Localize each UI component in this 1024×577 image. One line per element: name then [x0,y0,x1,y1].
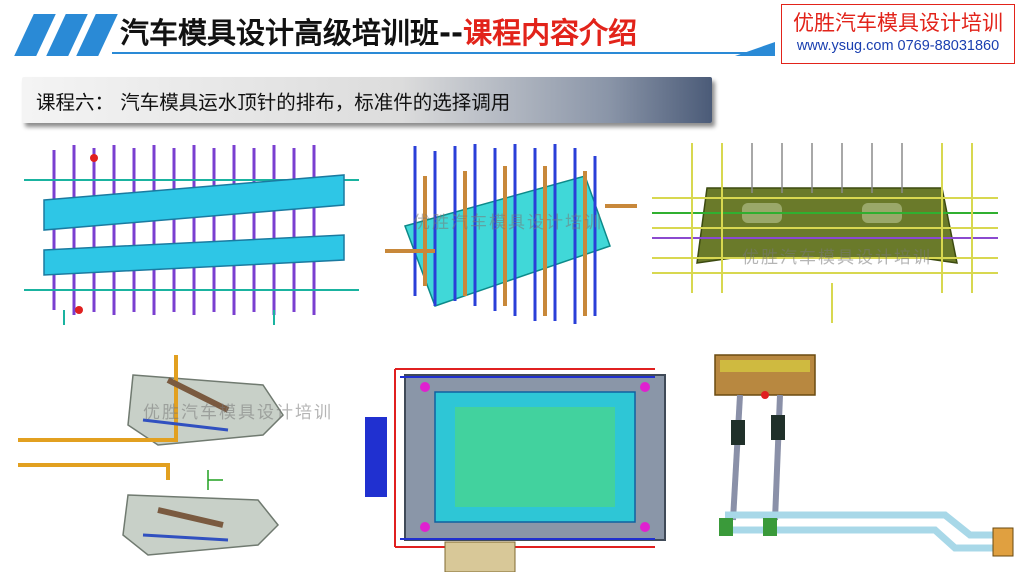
lifter-parts-illustration [18,355,284,556]
mold-base-illustration [365,368,666,572]
image-ejector-layout: 优胜汽车模具设计培训 [375,136,640,336]
image-bumper-lifters: 优胜汽车模具设计培训 [652,143,998,323]
slide: 汽车模具设计高级培训班--课程内容介绍 优胜汽车模具设计培训 www.ysug.… [0,0,1024,577]
image-slider-assembly [705,350,1017,570]
lesson-bar: 课程六： 汽车模具运水顶针的排布，标准件的选择调用 [22,77,712,123]
brand-box: 优胜汽车模具设计培训 www.ysug.com 0769-88031860 [781,4,1015,64]
watermark: 优胜汽车模具设计培训 [742,248,932,268]
ejector-layout-illustration [385,144,637,324]
watermark: 优胜汽车模具设计培训 [143,403,333,423]
image-lifter-parts: 优胜汽车模具设计培训 [8,350,338,565]
bumper-lifters-illustration [652,143,998,323]
brand-name: 优胜汽车模具设计培训 [793,11,1003,35]
title-underline [112,52,762,54]
lesson-title: 课程六： 汽车模具运水顶针的排布，标准件的选择调用 [36,91,511,114]
image-cooling-layout [14,140,366,330]
page-title-accent: 课程内容介绍 [463,16,638,50]
page-title-main: 汽车模具设计高级培训班-- [120,16,464,50]
title-underline-tip [735,42,775,56]
brand-contact: www.ysug.com 0769-88031860 [796,38,1000,54]
watermark: 优胜汽车模具设计培训 [413,213,603,233]
page-title: 汽车模具设计高级培训班--课程内容介绍 [120,10,637,52]
cooling-layout-illustration [24,145,359,325]
slider-assembly-illustration [714,354,1014,557]
image-mold-base [355,357,675,572]
